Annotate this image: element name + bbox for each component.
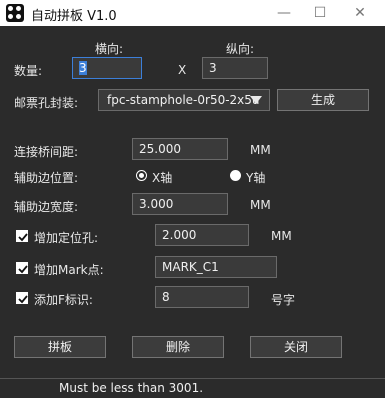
locating-hole-checkbox[interactable] — [16, 230, 28, 242]
generate-button[interactable]: 生成 — [277, 89, 369, 111]
status-message: Must be less than 3001. — [59, 381, 204, 395]
locating-hole-label: 增加定位孔: — [34, 231, 99, 245]
vertical-label: 纵向: — [226, 42, 255, 56]
close-window-button[interactable]: ✕ — [340, 0, 380, 26]
app-icon — [6, 4, 24, 22]
x-axis-label: X轴 — [152, 171, 173, 185]
aux-width-label: 辅助边宽度: — [14, 200, 79, 214]
chevron-down-icon — [250, 96, 262, 104]
vertical-count-input[interactable]: 3 — [202, 57, 268, 79]
x-separator: X — [178, 63, 187, 77]
delete-button[interactable]: 删除 — [132, 336, 224, 358]
mark-point-checkbox[interactable] — [16, 262, 28, 274]
bridge-spacing-label: 连接桥间距: — [14, 145, 79, 159]
maximize-button[interactable]: ☐ — [300, 0, 340, 26]
aux-width-input[interactable]: 3.000 — [132, 193, 228, 215]
y-axis-label: Y轴 — [246, 171, 266, 185]
minimize-button[interactable]: — — [264, 0, 304, 26]
bridge-spacing-input[interactable]: 25.000 — [132, 138, 228, 160]
close-button[interactable]: 关闭 — [250, 336, 342, 358]
x-axis-radio[interactable] — [136, 170, 147, 181]
horizontal-count-input[interactable]: 3 — [72, 57, 142, 79]
title-bar: 自动拼板 V1.0 — ☐ ✕ — [0, 0, 385, 26]
bridge-spacing-unit: MM — [250, 143, 271, 157]
locating-hole-input[interactable]: 2.000 — [155, 224, 249, 246]
checkmark-icon — [18, 265, 28, 274]
count-label: 数量: — [14, 64, 43, 78]
status-bar: Must be less than 3001. — [0, 378, 385, 398]
f-label-label: 添加F标识: — [34, 293, 93, 307]
locating-hole-unit: MM — [271, 229, 292, 243]
horizontal-label: 横向: — [95, 42, 124, 56]
mark-point-input[interactable]: MARK_C1 — [155, 256, 277, 278]
mark-point-label: 增加Mark点: — [34, 263, 104, 277]
window-title: 自动拼板 V1.0 — [31, 9, 117, 24]
aux-width-unit: MM — [250, 198, 271, 212]
checkmark-icon — [18, 233, 28, 242]
f-label-size-input[interactable]: 8 — [155, 286, 249, 308]
panelize-button[interactable]: 拼板 — [14, 336, 106, 358]
y-axis-radio[interactable] — [230, 170, 241, 181]
stamp-package-label: 邮票孔封装: — [14, 96, 79, 110]
aux-position-label: 辅助边位置: — [14, 171, 79, 185]
f-label-unit: 号字 — [271, 293, 296, 307]
stamp-package-select[interactable]: fpc-stamphole-0r50-2x5u — [98, 89, 270, 111]
stamp-package-value: fpc-stamphole-0r50-2x5u — [107, 93, 260, 107]
checkmark-icon — [18, 295, 28, 304]
f-label-checkbox[interactable] — [16, 292, 28, 304]
